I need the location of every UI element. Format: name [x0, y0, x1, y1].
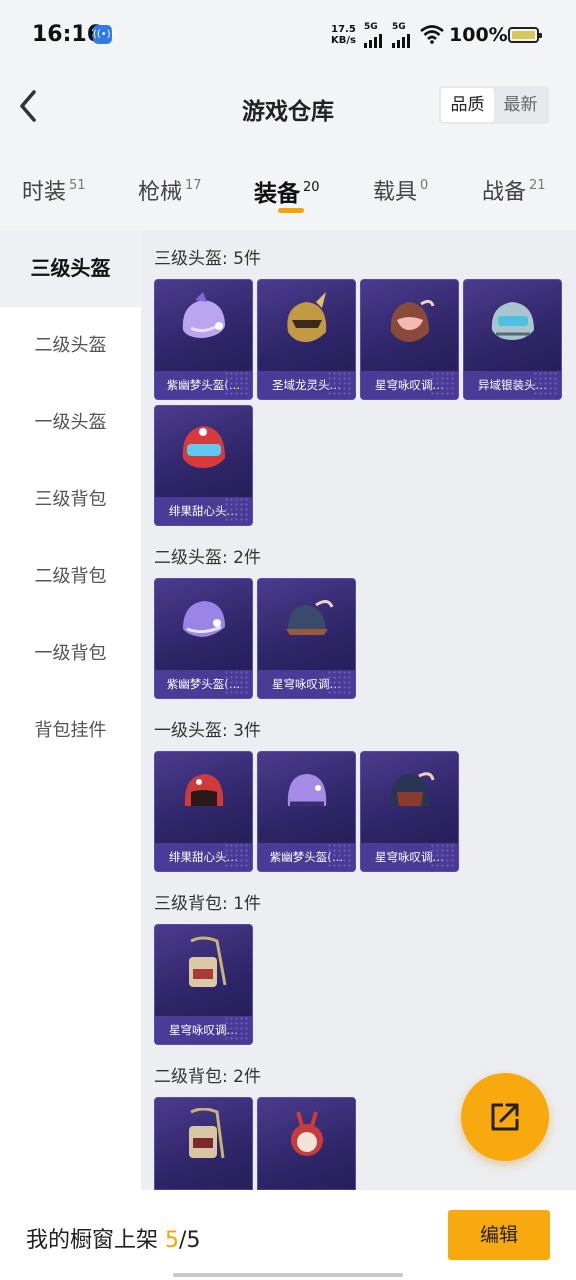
sidebar-item-lvl1-helmet[interactable]: 一级头盔 — [0, 384, 141, 461]
tab-weapons[interactable]: 枪械 17 — [138, 174, 202, 206]
tab-label: 战备 — [482, 180, 527, 205]
backpack-icon — [189, 1108, 225, 1159]
item-card[interactable]: 绯果甜心头… — [154, 751, 253, 872]
sort-toggle: 品质 最新 — [439, 86, 549, 124]
sidebar-item-lvl2-helmet[interactable]: 二级头盔 — [0, 307, 141, 384]
item-card[interactable]: 星穹咏叹调… — [360, 751, 459, 872]
sidebar-item-lvl2-backpack[interactable]: 二级背包 — [0, 538, 141, 615]
battery-percent: 100% — [449, 24, 508, 46]
shelf-status: 我的橱窗上架 5/5 — [26, 1222, 200, 1254]
item-name: 星穹咏叹调… — [361, 371, 458, 399]
tab-count: 21 — [529, 178, 546, 193]
item-name: 异域银装头… — [464, 371, 561, 399]
speed-unit: KB/s — [331, 35, 356, 46]
item-name: 紫幽梦头盔(… — [258, 843, 355, 871]
item-name: 绯果甜心头… — [155, 843, 252, 871]
share-icon — [491, 1103, 519, 1131]
edit-button[interactable]: 编辑 — [448, 1210, 550, 1260]
helmet-icon — [183, 601, 225, 637]
helmet-icon — [286, 600, 334, 635]
helmet-icon — [287, 292, 327, 342]
bottom-bar: 我的橱窗上架 5/5 编辑 — [0, 1190, 576, 1280]
helmet-icon — [390, 299, 435, 342]
section-title: 二级头盔: 2件 — [154, 548, 261, 568]
category-tabs: 时装 51 枪械 17 装备 20 载具 0 战备 21 — [0, 148, 576, 230]
item-name: 星穹咏叹调… — [258, 670, 355, 698]
home-indicator[interactable] — [173, 1273, 403, 1277]
item-name: 紫幽梦头盔(… — [155, 371, 252, 399]
helmet-icon — [287, 774, 327, 807]
tab-label: 时装 — [22, 180, 67, 205]
helmet-icon — [390, 772, 435, 806]
hotspot-icon: ((•)) — [93, 25, 115, 44]
tab-vehicles[interactable]: 载具 0 — [373, 174, 428, 206]
item-card[interactable]: 星穹咏叹调… — [257, 578, 356, 699]
backpack-icon — [189, 936, 227, 987]
item-name: 紫幽梦头盔(… — [155, 670, 252, 698]
helmet-icon — [182, 292, 225, 338]
status-time: 16:16 — [32, 22, 103, 47]
sim2-label: 5G — [392, 22, 406, 32]
sim1-label: 5G — [364, 22, 378, 32]
tab-count: 17 — [185, 178, 202, 193]
item-grid: 三级头盔: 5件 紫幽梦头盔(… 圣域龙灵头… 星穹咏叹调… 异域银装头… 绯果… — [141, 230, 576, 1190]
sort-quality-button[interactable]: 品质 — [441, 88, 494, 122]
shelf-total: 5 — [186, 1228, 201, 1253]
tab-count: 20 — [303, 180, 320, 195]
section-title: 三级头盔: 5件 — [154, 249, 261, 269]
item-card[interactable]: 异域银装头… — [463, 279, 562, 400]
item-name: 星穹咏叹调… — [155, 1016, 252, 1044]
wifi-icon — [420, 25, 444, 44]
item-card[interactable]: 紫幽梦头盔(… — [257, 751, 356, 872]
tab-fashion[interactable]: 时装 51 — [22, 174, 86, 206]
shelf-current: 5 — [165, 1228, 180, 1253]
tab-label: 装备 — [254, 181, 300, 207]
item-card[interactable] — [154, 1097, 253, 1190]
tab-count: 0 — [420, 178, 429, 193]
tab-count: 51 — [69, 178, 86, 193]
item-card[interactable]: 星穹咏叹调… — [154, 924, 253, 1045]
item-card[interactable]: 紫幽梦头盔(… — [154, 279, 253, 400]
shelf-label: 我的橱窗上架 — [26, 1228, 159, 1253]
helmet-icon — [184, 774, 224, 806]
sidebar: 三级头盔 二级头盔 一级头盔 三级背包 二级背包 一级背包 背包挂件 — [0, 230, 141, 1280]
backpack-icon — [291, 1111, 323, 1156]
section-title: 一级头盔: 3件 — [154, 721, 261, 741]
battery-icon — [508, 27, 542, 43]
sort-latest-button[interactable]: 最新 — [494, 88, 547, 122]
active-tab-indicator — [278, 208, 304, 213]
page-header: 游戏仓库 品质 最新 — [0, 66, 576, 148]
tab-supplies[interactable]: 战备 21 — [482, 174, 546, 206]
sidebar-item-backpack-charm[interactable]: 背包挂件 — [0, 692, 141, 769]
tab-label: 枪械 — [138, 180, 183, 205]
network-speed: 17.5 KB/s — [331, 24, 356, 46]
item-card[interactable]: 圣域龙灵头… — [257, 279, 356, 400]
item-card[interactable] — [257, 1097, 356, 1190]
app-root: 16:16 ((•)) 17.5 KB/s 5G 5G 100% 游戏仓库 品质… — [0, 0, 576, 1280]
status-bar: 16:16 ((•)) 17.5 KB/s 5G 5G 100% — [0, 0, 576, 66]
share-button[interactable] — [461, 1073, 549, 1161]
speed-value: 17.5 — [331, 24, 356, 35]
tab-label: 载具 — [373, 180, 418, 205]
tab-equipment[interactable]: 装备 20 — [254, 174, 320, 208]
item-name: 星穹咏叹调… — [361, 843, 458, 871]
sidebar-item-lvl3-helmet[interactable]: 三级头盔 — [0, 230, 141, 307]
sidebar-item-lvl1-backpack[interactable]: 一级背包 — [0, 615, 141, 692]
item-card[interactable]: 紫幽梦头盔(… — [154, 578, 253, 699]
helmet-icon — [182, 426, 225, 468]
item-name: 绯果甜心头… — [155, 497, 252, 525]
item-card[interactable]: 星穹咏叹调… — [360, 279, 459, 400]
section-title: 三级背包: 1件 — [154, 894, 261, 914]
sidebar-item-lvl3-backpack[interactable]: 三级背包 — [0, 461, 141, 538]
section-title: 二级背包: 2件 — [154, 1067, 261, 1087]
item-card[interactable]: 绯果甜心头… — [154, 405, 253, 526]
helmet-icon — [491, 302, 534, 340]
item-name: 圣域龙灵头… — [258, 371, 355, 399]
